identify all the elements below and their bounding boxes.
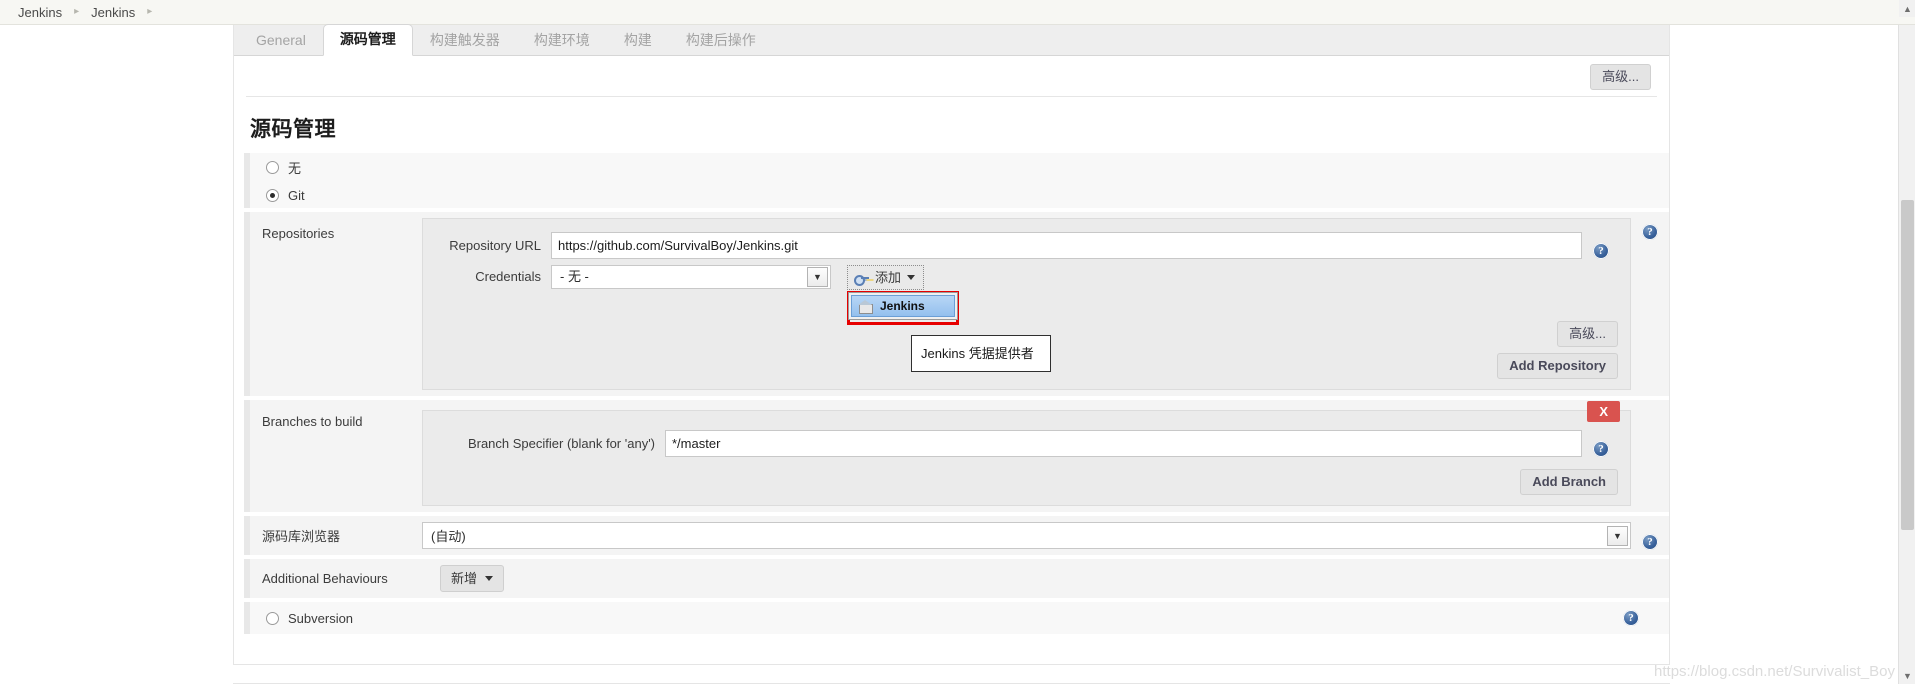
credentials-row: Credentials - 无 - ▼ 添加 Jenkins Jenkins 凭… (433, 265, 1620, 372)
scm-option-git[interactable]: Git (244, 182, 1669, 208)
scroll-up-arrow-icon[interactable]: ▲ (1899, 0, 1915, 17)
repo-browser-select[interactable]: (自动) ▼ (422, 522, 1631, 549)
branches-body: X Branch Specifier (blank for 'any') ? A… (422, 400, 1631, 512)
branch-block: X Branch Specifier (blank for 'any') ? A… (422, 401, 1631, 506)
branches-label: Branches to build (262, 414, 363, 429)
repositories-help: ? (1631, 212, 1669, 240)
repo-browser-help: ? (1631, 522, 1669, 550)
add-credentials-label: 添加 (875, 270, 902, 285)
repository-url-help: ? (1582, 231, 1620, 259)
config-tab-bar: General 源码管理 构建触发器 构建环境 构建 构建后操作 (234, 24, 1669, 56)
repo-browser-body: (自动) ▼ (422, 516, 1631, 555)
repositories-label: Repositories (262, 226, 335, 241)
branch-specifier-label: Branch Specifier (blank for 'any') (467, 435, 655, 451)
scroll-down-arrow-icon[interactable]: ▼ (1899, 667, 1915, 684)
breadcrumb: Jenkins ▸ Jenkins ▸ (0, 0, 1915, 25)
top-advanced-button[interactable]: 高级... (1590, 64, 1651, 90)
help-icon[interactable]: ? (1593, 243, 1609, 259)
branches-row: Branches to build X Branch Specifier (bl… (244, 400, 1669, 512)
breadcrumb-item-0[interactable]: Jenkins (10, 5, 70, 20)
credentials-selected-value: - 无 - (560, 269, 589, 284)
scm-section: 源码管理 无 Git Repositories Repository URL h… (234, 97, 1669, 634)
scm-option-none[interactable]: 无 (244, 153, 1669, 182)
credentials-select[interactable]: - 无 - ▼ (551, 265, 831, 289)
scm-option-subversion[interactable]: Subversion ? (244, 602, 1669, 634)
repositories-row: Repositories Repository URL ? (244, 212, 1669, 396)
repository-url-input[interactable] (551, 231, 1582, 259)
repo-browser-row: 源码库浏览器 (自动) ▼ ? (244, 516, 1669, 555)
jenkins-house-icon (858, 299, 873, 314)
add-behaviour-label: 新增 (451, 571, 478, 586)
page-title: 源码管理 (250, 118, 336, 141)
tab-post-build-actions[interactable]: 构建后操作 (669, 25, 773, 56)
radio-icon-git[interactable] (266, 188, 279, 202)
top-toolbar-row: 高级... (234, 56, 1669, 96)
vertical-scrollbar[interactable]: ▲ ▼ (1898, 0, 1915, 684)
credentials-tooltip: Jenkins 凭据提供者 (911, 335, 1051, 372)
add-credentials-button[interactable]: 添加 (847, 265, 925, 290)
repository-url-row: Repository URL ? (433, 231, 1620, 259)
help-icon[interactable]: ? (1642, 224, 1658, 240)
watermark-text: https://blog.csdn.net/Survivalist_Boy (1654, 663, 1895, 680)
menu-item-jenkins[interactable]: Jenkins (851, 295, 955, 317)
chevron-down-icon[interactable]: ▼ (1607, 525, 1628, 546)
credentials-menu-highlight: Jenkins (847, 291, 959, 325)
credentials-label: Credentials (475, 269, 541, 284)
menu-item-jenkins-label: Jenkins (880, 299, 925, 313)
tab-build-environment[interactable]: 构建环境 (517, 25, 607, 56)
credentials-dropdown-menu[interactable]: Jenkins (848, 292, 958, 320)
scm-option-none-label: 无 (288, 161, 302, 176)
additional-behaviours-body: 新增 (440, 559, 1631, 598)
delete-branch-button[interactable]: X (1587, 401, 1620, 422)
chevron-down-icon[interactable]: ▼ (807, 267, 828, 287)
help-icon[interactable]: ? (1623, 610, 1639, 626)
breadcrumb-separator-icon: ▸ (147, 6, 153, 17)
add-repository-button[interactable]: Add Repository (1497, 353, 1618, 379)
tab-build-triggers[interactable]: 构建触发器 (413, 25, 517, 56)
repository-url-label: Repository URL (449, 237, 541, 253)
tab-source-code-management[interactable]: 源码管理 (322, 24, 413, 56)
additional-behaviours-row: Additional Behaviours 新增 ? (244, 559, 1669, 598)
scrollbar-thumb[interactable] (1901, 200, 1914, 530)
breadcrumb-separator-icon: ▸ (74, 6, 80, 17)
branch-specifier-row: Branch Specifier (blank for 'any') ? (433, 429, 1620, 457)
repository-advanced-button[interactable]: 高级... (1557, 321, 1618, 347)
branch-specifier-input[interactable] (665, 429, 1582, 457)
key-icon (854, 272, 869, 286)
radio-icon-none[interactable] (266, 161, 279, 174)
breadcrumb-item-1[interactable]: Jenkins (83, 5, 143, 20)
help-icon[interactable]: ? (1593, 441, 1609, 457)
chevron-down-icon (907, 275, 916, 280)
page-body: ▲ ▼ General 源码管理 构建触发器 构建环境 构建 构建后操作 高级.… (0, 0, 1915, 684)
add-behaviour-button[interactable]: 新增 (440, 565, 505, 592)
repo-browser-label: 源码库浏览器 (262, 529, 341, 544)
chevron-down-icon (485, 576, 494, 581)
tab-general[interactable]: General (239, 25, 323, 56)
radio-icon-subversion[interactable] (266, 611, 279, 625)
scm-option-git-label: Git (288, 187, 305, 203)
additional-behaviours-label: Additional Behaviours (262, 571, 388, 586)
scm-option-subversion-label: Subversion (288, 610, 354, 626)
add-branch-row: Add Branch (433, 469, 1618, 495)
repositories-body: Repository URL ? Credentials - 无 - ▼ (422, 212, 1631, 396)
add-credentials-wrapper: 添加 Jenkins Jenkins 凭据提供者 (847, 265, 1051, 372)
repo-browser-selected-value: (自动) (431, 529, 466, 544)
add-branch-button[interactable]: Add Branch (1520, 469, 1618, 495)
tab-build[interactable]: 构建 (607, 25, 669, 56)
branch-specifier-help: ? (1582, 429, 1620, 457)
help-icon[interactable]: ? (1642, 533, 1658, 550)
repository-block: Repository URL ? Credentials - 无 - ▼ (422, 218, 1631, 390)
configuration-pane: General 源码管理 构建触发器 构建环境 构建 构建后操作 高级... 源… (233, 24, 1670, 665)
